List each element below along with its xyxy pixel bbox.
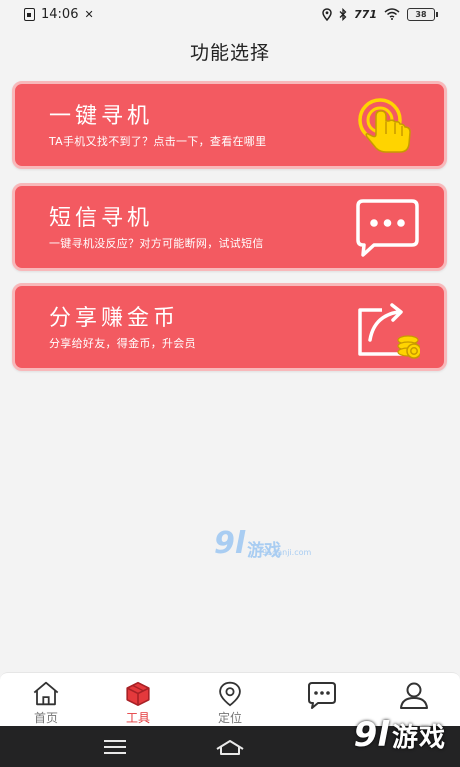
sim-card-icon — [24, 7, 35, 21]
watermark-number: 9l — [353, 715, 389, 755]
page-title: 功能选择 — [189, 42, 270, 64]
find-phone-card[interactable]: 一键寻机 TA手机又找不到了？点击一下，查看在哪里 — [12, 81, 447, 169]
watermark-url: 91danji.com — [262, 548, 312, 557]
tab-location[interactable]: 定位 — [184, 673, 276, 726]
home-nav-icon[interactable] — [214, 737, 246, 757]
wifi-icon — [384, 8, 400, 20]
card-title: 一键寻机 — [49, 104, 154, 129]
network-speed: 771 — [354, 7, 377, 21]
watermark-number: 9l — [214, 526, 246, 561]
tab-label: 工具 — [125, 711, 150, 725]
share-coins-icon — [358, 303, 420, 359]
battery-level: 38 — [407, 7, 435, 21]
bluetooth-icon — [339, 7, 347, 21]
location-status-icon — [322, 7, 332, 21]
tab-tools[interactable]: 工具 — [92, 673, 184, 726]
tab-label: 首页 — [33, 711, 58, 725]
status-bar: 14:06 ✕ 771 38 — [0, 0, 460, 28]
watermark-text: 游戏 — [391, 722, 446, 753]
card-subtitle: 一键寻机没反应？对方可能断网，试试短信 — [49, 237, 264, 250]
status-time: 14:06 — [41, 6, 79, 22]
tab-label: 定位 — [217, 711, 242, 725]
menu-icon[interactable] — [104, 740, 126, 754]
tools-icon: ✕ — [84, 7, 94, 21]
watermark-corner-logo: 9l 游戏 — [354, 715, 446, 755]
user-icon — [400, 682, 428, 709]
home-icon — [33, 681, 59, 706]
battery-icon: 38 — [407, 7, 438, 21]
card-title: 短信寻机 — [49, 206, 154, 231]
message-icon — [356, 199, 419, 257]
watermark-logo: 9l 游戏 91danji.com — [214, 526, 311, 561]
card-subtitle: 分享给好友，得金币，升会员 — [49, 337, 196, 350]
share-earn-card[interactable]: 分享赚金币 分享给好友，得金币，升会员 — [12, 283, 447, 371]
location-icon — [219, 681, 241, 707]
tap-hand-icon — [358, 98, 411, 153]
chat-icon — [308, 682, 336, 709]
toolbox-icon — [126, 681, 150, 707]
card-title: 分享赚金币 — [49, 306, 180, 331]
tab-home[interactable]: 首页 — [0, 673, 92, 726]
card-subtitle: TA手机又找不到了？点击一下，查看在哪里 — [49, 135, 267, 148]
sms-find-card[interactable]: 短信寻机 一键寻机没反应？对方可能断网，试试短信 — [12, 183, 447, 271]
